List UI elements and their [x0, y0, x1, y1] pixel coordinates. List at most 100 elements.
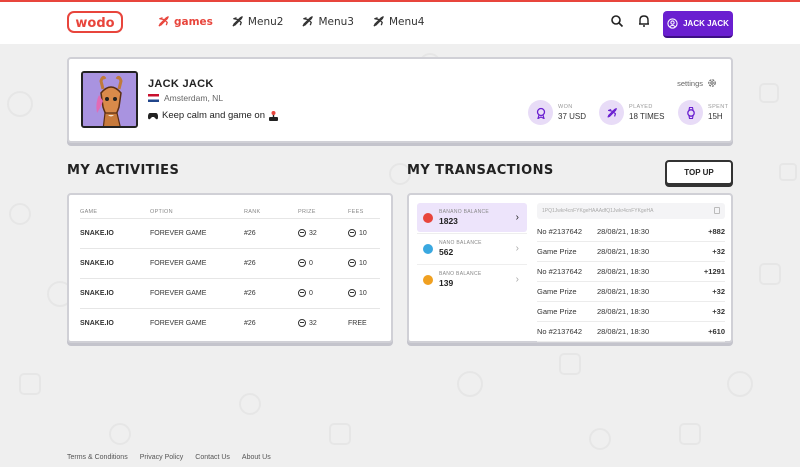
col-game: GAME: [80, 208, 98, 215]
nav-item-menu4[interactable]: Menu4: [372, 15, 424, 28]
cell-rank: #26: [244, 247, 298, 278]
tx-ref: No #2137642: [537, 227, 583, 236]
balance-item[interactable]: BANO BALANCE 139 ›: [417, 265, 527, 294]
tx-date: 28/08/21, 18:30: [597, 227, 650, 236]
tx-date: 28/08/21, 18:30: [597, 307, 650, 316]
netherlands-flag-icon: [148, 94, 159, 102]
top-header: wodo games Menu2 Menu3 Menu4 JACK JACK: [0, 2, 800, 44]
tx-ref: No #2137642: [537, 327, 583, 336]
cell-option: FOREVER GAME: [150, 277, 244, 308]
wallet-address[interactable]: 1PQ1Jwkr4cnFYKgeHAAAdfQ1Jwkr4cnFYKgeHA: [537, 203, 725, 219]
cell-fees: 10: [348, 217, 380, 248]
cell-game: SNAKE.IO: [80, 307, 150, 338]
coin-icon: [348, 229, 356, 237]
top-up-button[interactable]: TOP UP: [665, 160, 733, 185]
stat-spent: SPENT 15H: [678, 100, 728, 125]
currency-icon: [423, 243, 433, 254]
stat-spent-value: 15H: [708, 112, 723, 121]
watch-icon: [678, 100, 703, 125]
transaction-row[interactable]: No #2137642 28/08/21, 18:30 +882: [537, 222, 725, 242]
cell-prize: 0: [298, 247, 348, 278]
stat-won-value: 37 USD: [558, 112, 587, 121]
transaction-row[interactable]: Game Prize 28/08/21, 18:30 +32: [537, 242, 725, 262]
tx-date: 28/08/21, 18:30: [597, 267, 650, 276]
coin-icon: [298, 319, 306, 328]
balance-item[interactable]: NANO BALANCE 562 ›: [417, 234, 527, 263]
footer-link-terms[interactable]: Terms & Conditions: [67, 454, 128, 461]
table-row[interactable]: SNAKE.IO FOREVER GAME #26 0 10: [80, 247, 380, 278]
settings-link[interactable]: settings: [677, 78, 717, 88]
joystick-icon: [268, 110, 278, 121]
footer-link-about[interactable]: About Us: [242, 454, 271, 461]
cell-fees: 10: [348, 247, 380, 278]
stat-won: WON 37 USD: [528, 100, 586, 125]
transaction-row[interactable]: Game Prize 28/08/21, 18:30 +32: [537, 282, 725, 302]
nav-item-menu3[interactable]: Menu3: [301, 15, 354, 28]
stat-played: PLAYED 18 TIMES: [599, 100, 664, 125]
profile-card: JACK JACK Amsterdam, NL Keep calm and ga…: [67, 57, 733, 143]
tx-ref: Game Prize: [537, 287, 577, 296]
rocket-icon: [302, 16, 314, 27]
cell-game-text: SNAKE.IO: [80, 229, 114, 237]
transactions-title: MY TRANSACTIONS: [407, 163, 554, 178]
coin-icon: [298, 259, 306, 267]
cell-prize: 0: [298, 277, 348, 308]
transaction-row[interactable]: No #2137642 28/08/21, 18:30 +610: [537, 322, 725, 342]
cell-fees-text: 10: [359, 229, 367, 237]
motto-text: Keep calm and game on: [162, 110, 265, 121]
tx-amount: +32: [712, 287, 725, 296]
cell-fees: FREE: [348, 307, 380, 338]
transactions-card: BANANO BALANCE 1823 › NANO BALANCE 562 › BANO …: [407, 193, 733, 343]
avatar[interactable]: [81, 71, 138, 128]
stat-spent-label: SPENT: [708, 104, 729, 110]
location-text: Amsterdam, NL: [164, 93, 224, 103]
medal-icon: [528, 100, 553, 125]
rocket-icon: [373, 16, 384, 27]
user-account-button[interactable]: JACK JACK: [663, 11, 733, 38]
cell-option: FOREVER GAME: [150, 217, 244, 248]
tx-date: 28/08/21, 18:30: [597, 327, 650, 336]
cell-fees-text: 10: [359, 259, 367, 267]
stat-played-value: 18 TIMES: [629, 112, 665, 121]
balance-item[interactable]: BANANO BALANCE 1823 ›: [417, 203, 527, 232]
nav-label-games: games: [174, 15, 213, 28]
tx-amount: +1291: [703, 267, 725, 276]
user-icon: [667, 18, 678, 29]
bell-icon[interactable]: [637, 14, 651, 28]
col-fees: FEES: [348, 208, 364, 215]
activities-card: GAME OPTION RANK PRIZE FEES SNAKE.IO FORE…: [67, 193, 393, 343]
cell-rank: #26: [244, 217, 298, 248]
cell-rank-text: #26: [244, 319, 256, 327]
cell-fees-text: 10: [359, 289, 367, 297]
tx-ref: No #2137642: [537, 267, 583, 276]
wodo-logo[interactable]: wodo: [67, 11, 123, 33]
transaction-row[interactable]: No #2137642 28/08/21, 18:30 +1291: [537, 262, 725, 282]
col-prize: PRIZE: [298, 208, 316, 215]
cell-prize: 32: [298, 307, 348, 338]
cell-option-text: FOREVER GAME: [150, 319, 207, 327]
table-row[interactable]: SNAKE.IO FOREVER GAME #26 32 FREE: [80, 307, 380, 338]
nav-item-menu2[interactable]: Menu2: [231, 15, 284, 28]
transaction-row[interactable]: Game Prize 28/08/21, 18:30 +32: [537, 302, 725, 322]
balance-value: 139: [439, 278, 454, 288]
nav-label-menu2: Menu2: [247, 15, 284, 28]
copy-icon[interactable]: [714, 207, 720, 214]
cell-game: SNAKE.IO: [80, 277, 150, 308]
cell-game-text: SNAKE.IO: [80, 289, 114, 297]
cell-option-text: FOREVER GAME: [150, 289, 207, 297]
svg-text:wodo: wodo: [75, 16, 114, 31]
footer-link-contact[interactable]: Contact Us: [195, 454, 230, 461]
nav-item-games[interactable]: games: [157, 15, 213, 28]
table-row[interactable]: SNAKE.IO FOREVER GAME #26 0 10: [80, 277, 380, 308]
tx-date: 28/08/21, 18:30: [597, 287, 650, 296]
table-row[interactable]: SNAKE.IO FOREVER GAME #26 32 10: [80, 217, 380, 248]
cell-rank-text: #26: [244, 259, 256, 267]
footer-link-privacy[interactable]: Privacy Policy: [140, 454, 184, 461]
balance-label: NANO BALANCE: [439, 240, 482, 246]
search-icon[interactable]: [610, 14, 624, 28]
chevron-right-icon: ›: [515, 243, 519, 254]
gamepad-icon: [148, 112, 158, 119]
col-rank: RANK: [244, 208, 261, 215]
cell-fees: 10: [348, 277, 380, 308]
profile-motto: Keep calm and game on: [148, 110, 278, 121]
